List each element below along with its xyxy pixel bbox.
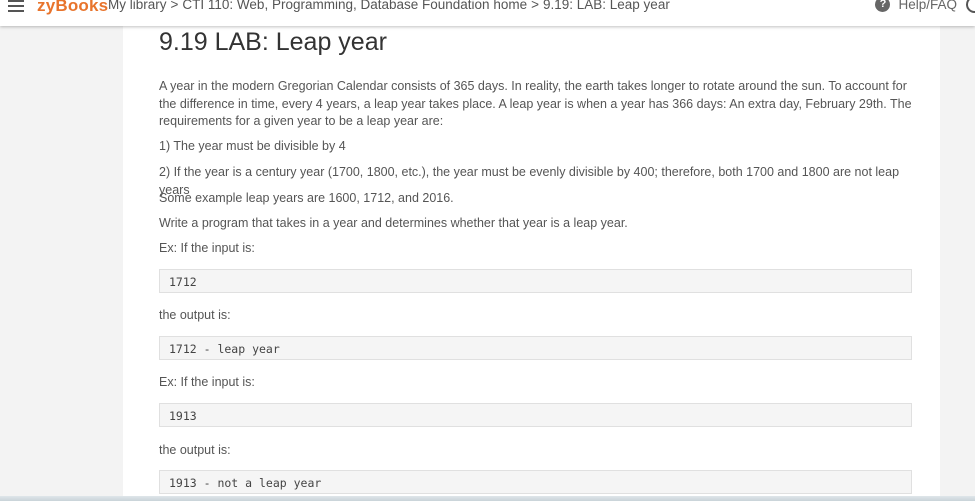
user-avatar-icon[interactable] — [966, 0, 975, 13]
top-navigation-bar: zyBooks My library > CTI 110: Web, Program… — [0, 0, 975, 26]
help-icon: ? — [875, 0, 891, 12]
lab-examples-text: Some example leap years are 1600, 1712, … — [159, 191, 454, 205]
menu-icon-bar — [8, 0, 24, 2]
example-1-input-code: 1712 — [159, 269, 912, 293]
lab-rule-1: 1) The year must be divisible by 4 — [159, 139, 346, 153]
menu-icon-bar — [8, 5, 24, 7]
breadcrumb-my-library[interactable]: My library — [108, 0, 167, 12]
breadcrumb-separator: > — [531, 0, 539, 12]
example-2-output-code: 1913 - not a leap year — [159, 470, 912, 494]
help-faq-link[interactable]: ? Help/FAQ — [875, 0, 957, 12]
menu-icon[interactable] — [8, 0, 24, 12]
zybooks-logo[interactable]: zyBooks — [37, 0, 108, 16]
page-title: 9.19 LAB: Leap year — [159, 28, 387, 56]
example-1-input-label: Ex: If the input is: — [159, 241, 255, 255]
lab-content-panel: 9.19 LAB: Leap year A year in the modern… — [123, 26, 940, 501]
example-2-input-code: 1913 — [159, 403, 912, 427]
example-1-output-label: the output is: — [159, 308, 231, 322]
lab-intro-text: A year in the modern Gregorian Calendar … — [159, 79, 912, 128]
menu-icon-bar — [8, 10, 24, 12]
example-2-input-label: Ex: If the input is: — [159, 375, 255, 389]
lab-task-text: Write a program that takes in a year and… — [159, 216, 628, 230]
help-faq-label: Help/FAQ — [898, 0, 957, 12]
breadcrumb-separator: > — [170, 0, 179, 12]
breadcrumb-current-section: 9.19: LAB: Leap year — [542, 0, 670, 12]
example-1-output-code: 1712 - leap year — [159, 336, 912, 360]
bottom-edge — [0, 496, 975, 501]
example-2-output-label: the output is: — [159, 443, 231, 457]
breadcrumb: My library > CTI 110: Web, Programming, Da… — [108, 0, 670, 12]
breadcrumb-course[interactable]: CTI 110: Web, Programming, Database Foun… — [182, 0, 527, 12]
